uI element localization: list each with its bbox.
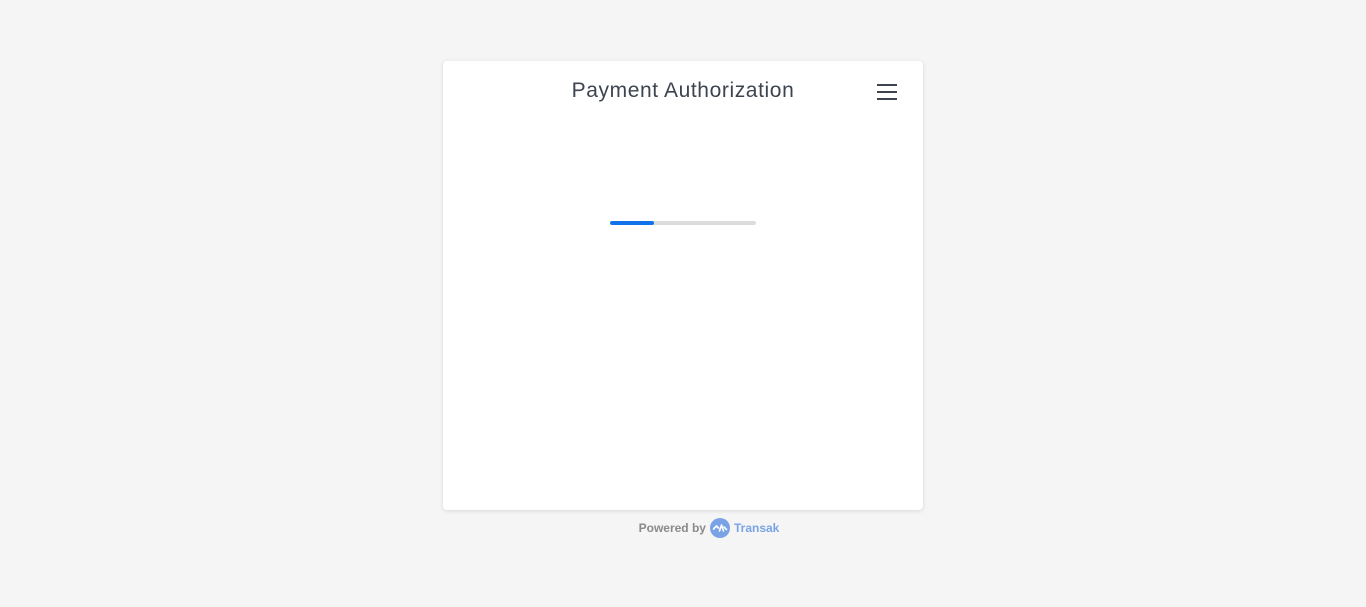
menu-button[interactable] [871, 81, 903, 105]
hamburger-menu-icon [877, 84, 897, 100]
page-title: Payment Authorization [571, 79, 795, 102]
loading-progress-bar [610, 221, 756, 225]
loading-progress-fill [610, 221, 654, 225]
card-header: Payment Authorization [443, 61, 923, 123]
transak-brand-link[interactable]: Transak [734, 521, 779, 535]
payment-card: Payment Authorization [443, 61, 923, 510]
transak-logo-icon [709, 518, 730, 538]
powered-by-label: Powered by [638, 521, 706, 535]
footer: Powered by Transak [0, 518, 1366, 538]
